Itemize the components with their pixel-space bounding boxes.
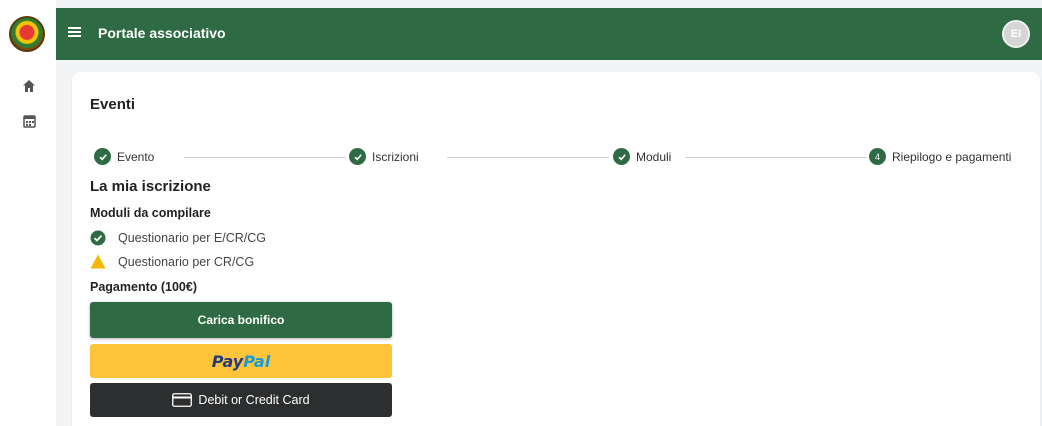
card-payment-label: Debit or Credit Card — [198, 393, 310, 407]
payment-title: Pagamento (100€) — [90, 280, 197, 294]
sidebar-rail — [0, 0, 56, 426]
step-number: 4 — [869, 148, 886, 165]
sidebar-item-calendar[interactable] — [20, 112, 38, 130]
module-label: Questionario per E/CR/CG — [118, 231, 266, 245]
step-connector — [447, 157, 609, 158]
check-icon — [613, 148, 630, 165]
modules-title: Moduli da compilare — [90, 206, 211, 220]
step-riepilogo[interactable]: 4 Riepilogo e pagamenti — [869, 148, 1011, 165]
step-label: Iscrizioni — [372, 149, 419, 164]
app-header: Portale associativo EI — [56, 8, 1042, 60]
step-label: Evento — [117, 149, 155, 164]
association-logo[interactable] — [9, 16, 45, 52]
card-payment-button[interactable]: Debit or Credit Card — [90, 383, 392, 417]
upload-transfer-button[interactable]: Carica bonifico — [90, 302, 392, 338]
step-label: Riepilogo e pagamenti — [892, 149, 1012, 164]
sidebar-item-home[interactable] — [20, 77, 38, 95]
step-evento[interactable]: Evento — [94, 148, 154, 165]
step-connector — [184, 157, 346, 158]
home-icon — [23, 80, 35, 92]
module-item[interactable]: Questionario per E/CR/CG — [90, 230, 266, 246]
credit-card-icon — [172, 393, 193, 407]
page-title: Eventi — [90, 96, 136, 113]
warning-icon — [90, 254, 106, 269]
menu-icon[interactable] — [68, 25, 84, 41]
check-icon — [349, 148, 366, 165]
upload-transfer-label: Carica bonifico — [197, 313, 285, 327]
module-item[interactable]: Questionario per CR/CG — [90, 254, 254, 269]
step-moduli[interactable]: Moduli — [613, 148, 671, 165]
step-connector — [685, 157, 867, 158]
check-circle-icon — [90, 230, 106, 246]
paypal-logo-part1: Pay — [211, 351, 244, 371]
calendar-icon — [22, 115, 36, 128]
paypal-logo: PayPal — [212, 352, 270, 371]
check-icon — [94, 148, 111, 165]
step-label: Moduli — [636, 149, 672, 164]
section-title: La mia iscrizione — [90, 178, 211, 195]
paypal-logo-part2: Pal — [243, 351, 271, 371]
paypal-button[interactable]: PayPal — [90, 344, 392, 378]
module-label: Questionario per CR/CG — [118, 254, 255, 269]
registration-stepper: Evento Iscrizioni Moduli 4 Riepilogo e p… — [94, 148, 1030, 168]
user-avatar[interactable]: EI — [1002, 20, 1030, 48]
main-card: Eventi Evento Iscrizioni Moduli 4 Riepil… — [72, 72, 1040, 426]
app-title: Portale associativo — [98, 25, 226, 41]
step-iscrizioni[interactable]: Iscrizioni — [349, 148, 419, 165]
